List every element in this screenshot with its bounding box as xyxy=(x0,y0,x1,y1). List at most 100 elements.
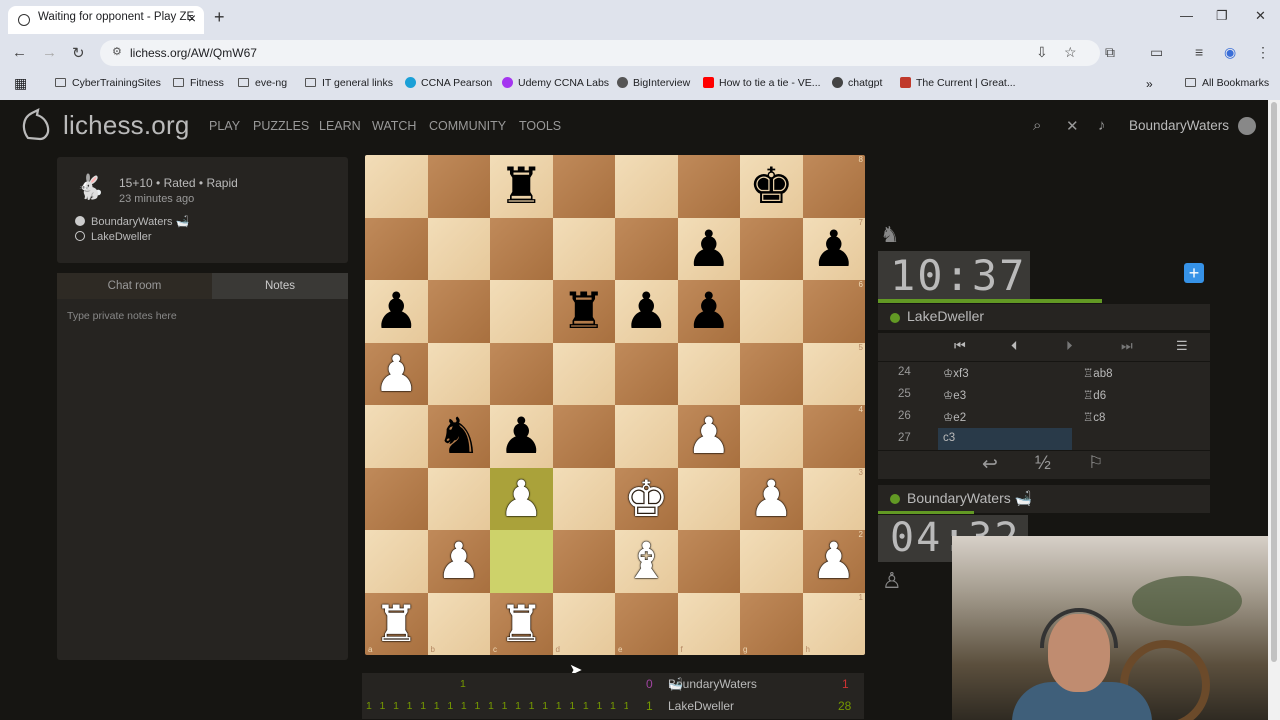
square-d5[interactable] xyxy=(552,342,615,405)
square-h1[interactable]: 1h xyxy=(802,592,865,655)
square-b3[interactable] xyxy=(427,467,490,530)
square-g7[interactable] xyxy=(740,217,803,280)
search-icon[interactable]: ⌕ xyxy=(1033,117,1041,134)
menu-icon[interactable]: ⋮ xyxy=(1256,44,1270,61)
square-g8[interactable]: ♚ xyxy=(740,155,803,218)
white-piece-c3[interactable]: ♟ xyxy=(499,474,544,524)
square-b7[interactable] xyxy=(427,217,490,280)
black-piece-e6[interactable]: ♟ xyxy=(624,286,669,336)
resign-flag-icon[interactable]: ⚐ xyxy=(1088,453,1103,473)
square-d4[interactable] xyxy=(552,405,615,468)
sidebar-icon[interactable]: ▭ xyxy=(1150,44,1163,61)
black-move[interactable]: ♖ab8 xyxy=(1083,366,1113,380)
square-f4[interactable]: ♟ xyxy=(677,405,740,468)
opponent-name-bar[interactable]: LakeDweller xyxy=(878,304,1210,330)
black-piece-g8[interactable]: ♚ xyxy=(749,161,794,211)
square-g5[interactable] xyxy=(740,342,803,405)
lichess-logo-icon[interactable] xyxy=(18,108,52,142)
square-g2[interactable] xyxy=(740,530,803,593)
square-d6[interactable]: ♜ xyxy=(552,280,615,343)
square-d3[interactable] xyxy=(552,467,615,530)
white-move[interactable]: ♔e3 xyxy=(938,384,1072,406)
star-icon[interactable]: ☆ xyxy=(1064,44,1077,61)
square-h2[interactable]: ♟ 2 xyxy=(802,530,865,593)
square-g3[interactable]: ♟ xyxy=(740,467,803,530)
menu-bars-icon[interactable]: ☰ xyxy=(1176,338,1188,354)
maximize-icon[interactable]: ❐ xyxy=(1216,8,1228,24)
extensions-icon[interactable]: ⧉ xyxy=(1105,44,1115,61)
black-move[interactable]: ♖d6 xyxy=(1083,388,1106,402)
square-a2[interactable] xyxy=(365,530,428,593)
square-a5[interactable]: ♟ xyxy=(365,342,428,405)
white-piece-a1[interactable]: ♜ xyxy=(374,599,419,649)
bookmark-item[interactable]: eve-ng xyxy=(238,77,287,89)
back-icon[interactable]: ← xyxy=(12,44,27,61)
first-move-icon[interactable]: ⏮ xyxy=(954,338,966,354)
bookmark-item[interactable]: How to tie a tie - VE... xyxy=(703,77,821,89)
square-e2[interactable]: ♝ xyxy=(615,530,678,593)
square-b6[interactable] xyxy=(427,280,490,343)
new-tab-icon[interactable]: + xyxy=(214,7,225,28)
scrollbar[interactable] xyxy=(1268,100,1280,720)
black-piece-f6[interactable]: ♟ xyxy=(686,286,731,336)
white-piece-c1[interactable]: ♜ xyxy=(499,599,544,649)
white-player[interactable]: BoundaryWaters 🛁 xyxy=(75,215,189,228)
square-e8[interactable] xyxy=(615,155,678,218)
more-bookmarks-icon[interactable]: » xyxy=(1146,77,1153,91)
address-bar[interactable]: ⚙ lichess.org/AW/QmW67 xyxy=(100,40,1100,66)
square-a7[interactable] xyxy=(365,217,428,280)
square-c4[interactable]: ♟ xyxy=(490,405,553,468)
square-f2[interactable] xyxy=(677,530,740,593)
profile-icon[interactable]: ◉ xyxy=(1224,44,1236,61)
black-piece-f7[interactable]: ♟ xyxy=(686,224,731,274)
square-f5[interactable] xyxy=(677,342,740,405)
square-e4[interactable] xyxy=(615,405,678,468)
apps-icon[interactable]: ▦ xyxy=(14,75,27,92)
white-piece-f4[interactable]: ♟ xyxy=(686,411,731,461)
square-e5[interactable] xyxy=(615,342,678,405)
forward-icon[interactable]: → xyxy=(42,44,57,61)
install-icon[interactable]: ⇩ xyxy=(1036,44,1048,61)
square-h3[interactable]: 3 xyxy=(802,467,865,530)
black-piece-b4[interactable]: ♞ xyxy=(436,411,481,461)
notes-input[interactable]: Type private notes here xyxy=(67,310,177,322)
white-piece-e3[interactable]: ♚ xyxy=(624,474,669,524)
nav-tools[interactable]: TOOLS xyxy=(519,119,561,133)
square-e3[interactable]: ♚ xyxy=(615,467,678,530)
white-move[interactable]: ♔e2 xyxy=(938,406,1072,428)
minimize-icon[interactable]: — xyxy=(1180,8,1193,23)
nav-community[interactable]: COMMUNITY xyxy=(429,119,506,133)
black-piece-h7[interactable]: ♟ xyxy=(811,224,856,274)
square-f7[interactable]: ♟ xyxy=(677,217,740,280)
square-h4[interactable]: 4 xyxy=(802,405,865,468)
next-move-icon[interactable]: ⏵ xyxy=(1066,338,1073,354)
chess-board[interactable]: ♜ ♚ 8 ♟ ♟ 7 ♟ ♜ ♟ ♟ 6 ♟ 5 ♞ ♟ ♟ 4 ♟ ♚ ♟ 3 ♟ ♝ ♟ 2 ♜ a b ♜ c d e f g 1 h xyxy=(365,155,865,655)
avatar[interactable] xyxy=(1238,117,1256,135)
square-g1[interactable]: g xyxy=(740,592,803,655)
crosstable-player-2[interactable]: LakeDweller xyxy=(668,699,734,713)
square-a4[interactable] xyxy=(365,405,428,468)
tab-notes[interactable]: Notes xyxy=(212,273,348,299)
white-move[interactable]: c3 xyxy=(938,428,1072,450)
all-bookmarks[interactable]: All Bookmarks xyxy=(1185,77,1269,89)
scrollbar-thumb[interactable] xyxy=(1271,102,1277,662)
white-piece-g3[interactable]: ♟ xyxy=(749,474,794,524)
square-f6[interactable]: ♟ xyxy=(677,280,740,343)
bookmark-item[interactable]: BigInterview xyxy=(617,77,690,89)
username[interactable]: BoundaryWaters xyxy=(1129,118,1229,133)
square-c2[interactable] xyxy=(490,530,553,593)
square-c6[interactable] xyxy=(490,280,553,343)
black-piece-d6[interactable]: ♜ xyxy=(561,286,606,336)
nav-play[interactable]: PLAY xyxy=(209,119,240,133)
square-h7[interactable]: ♟ 7 xyxy=(802,217,865,280)
square-a1[interactable]: ♜ a xyxy=(365,592,428,655)
bookmark-item[interactable]: Udemy CCNA Labs xyxy=(502,77,609,89)
square-b4[interactable]: ♞ xyxy=(427,405,490,468)
bookmark-item[interactable]: IT general links xyxy=(305,77,393,89)
square-c1[interactable]: ♜ c xyxy=(490,592,553,655)
square-c7[interactable] xyxy=(490,217,553,280)
white-piece-b2[interactable]: ♟ xyxy=(436,536,481,586)
square-d8[interactable] xyxy=(552,155,615,218)
tab-chat-room[interactable]: Chat room xyxy=(57,273,212,299)
white-piece-h2[interactable]: ♟ xyxy=(811,536,856,586)
